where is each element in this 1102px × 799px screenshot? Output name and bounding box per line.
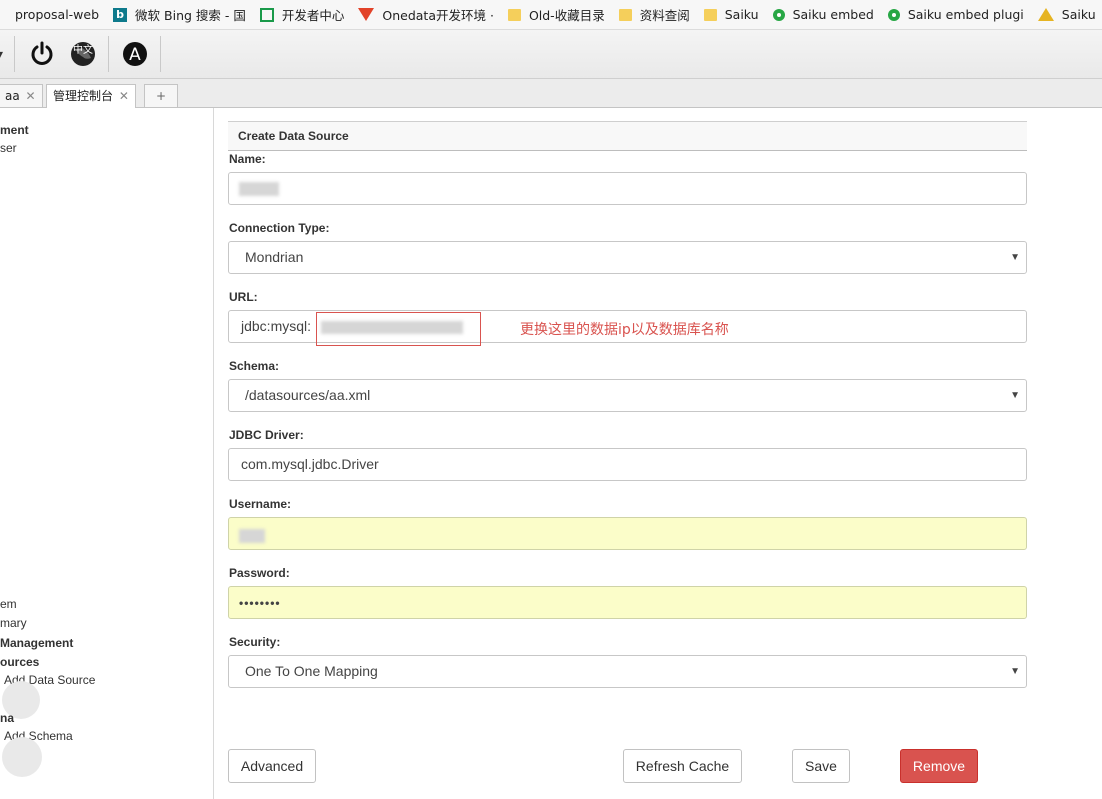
connection-type-label: Connection Type:	[229, 221, 330, 235]
schema-select[interactable]: /datasources/aa.xml ▼	[228, 379, 1027, 412]
bookmark-label: 微软 Bing 搜索 - 国	[135, 8, 246, 23]
folder-icon	[703, 8, 717, 21]
tab-label: 管理控制台	[53, 89, 114, 103]
left-item-summary[interactable]: mary	[0, 616, 27, 630]
saiku-icon	[887, 8, 900, 21]
security-label: Security:	[229, 635, 281, 649]
bookmark-label: 资料查阅	[639, 8, 690, 23]
left-item-management[interactable]: ment	[0, 123, 29, 137]
connection-type-value: Mondrian	[245, 249, 304, 265]
saiku-yellow-icon	[1037, 8, 1054, 21]
jdbc-driver-value: com.mysql.jdbc.Driver	[241, 456, 379, 472]
annotation-box	[316, 312, 481, 346]
folder-icon	[618, 8, 632, 21]
bookmark-label: Onedata开发环境 ·	[382, 8, 494, 23]
power-icon[interactable]	[28, 40, 56, 68]
refresh-cache-button[interactable]: Refresh Cache	[623, 749, 742, 783]
url-label: URL:	[229, 290, 258, 304]
close-icon[interactable]: ✕	[26, 89, 36, 103]
language-label: 中文	[73, 43, 93, 56]
user-initial: A	[129, 45, 141, 65]
redacted-value	[239, 529, 265, 543]
toolbar: ▾ 中文 A	[0, 30, 1102, 79]
annotation-text: 更换这里的数据ip以及数据库名称	[520, 322, 729, 338]
square-icon	[259, 7, 274, 22]
globe-icon[interactable]: 中文	[69, 40, 97, 68]
password-input[interactable]: ••••••••	[228, 586, 1027, 619]
password-value: ••••••••	[239, 596, 281, 610]
schema-label: Schema:	[229, 359, 280, 373]
jdbc-driver-label: JDBC Driver:	[229, 428, 304, 442]
password-label: Password:	[229, 566, 290, 580]
ghost-decoration	[2, 737, 42, 777]
left-item-system[interactable]: em	[0, 597, 17, 611]
security-select[interactable]: One To One Mapping ▼	[228, 655, 1027, 688]
caret-down-icon: ▼	[1010, 666, 1020, 677]
left-panel: ment ser em mary Management ources Add D…	[0, 108, 214, 799]
gitlab-icon	[358, 8, 375, 21]
tab-label: aa	[5, 89, 20, 103]
bing-icon: b	[113, 7, 128, 22]
redacted-value	[239, 182, 279, 196]
bookmark-label: 开发者中心	[281, 8, 345, 23]
folder-icon	[507, 8, 521, 21]
bookmark-old-favorites[interactable]: Old-收藏目录	[507, 5, 605, 24]
bookmark-saiku[interactable]: Saiku	[1037, 7, 1096, 22]
jdbc-driver-input[interactable]: com.mysql.jdbc.Driver	[228, 448, 1027, 481]
toolbar-divider	[160, 36, 161, 72]
bookmark-onedata[interactable]: Onedata开发环境 ·	[358, 5, 494, 24]
tab-admin-console[interactable]: 管理控制台 ✕	[46, 84, 136, 108]
bookmark-label: Saiku	[724, 7, 759, 22]
bookmark-label: proposal-web	[15, 7, 100, 22]
new-tab-button[interactable]: +	[144, 84, 178, 107]
save-button[interactable]: Save	[792, 749, 850, 783]
caret-down-icon: ▼	[1010, 390, 1020, 401]
user-a-icon[interactable]: A	[121, 40, 149, 68]
bookmark-label: Saiku embed	[792, 7, 874, 22]
bookmark-developer-center[interactable]: 开发者中心	[259, 5, 345, 24]
toolbar-divider	[108, 36, 109, 72]
name-input[interactable]	[228, 172, 1027, 205]
bookmark-docs[interactable]: 资料查阅	[618, 5, 690, 24]
panel-title: Create Data Source	[228, 121, 1027, 151]
remove-button[interactable]: Remove	[900, 749, 978, 783]
bookmarks-bar: proposal-web b 微软 Bing 搜索 - 国 开发者中心 Oned…	[0, 0, 1102, 30]
advanced-button[interactable]: Advanced	[228, 749, 316, 783]
left-item-data-management[interactable]: Management	[0, 636, 73, 650]
bookmark-saiku-embed[interactable]: Saiku embed	[772, 7, 874, 22]
connection-type-select[interactable]: Mondrian ▼	[228, 241, 1027, 274]
left-item-user[interactable]: ser	[0, 141, 17, 155]
chevron-down-icon[interactable]: ▾	[0, 46, 3, 63]
bookmark-bing[interactable]: b 微软 Bing 搜索 - 国	[113, 5, 246, 24]
bookmark-saiku-embed-plugin[interactable]: Saiku embed plugi	[887, 7, 1024, 22]
username-input[interactable]	[228, 517, 1027, 550]
caret-down-icon: ▼	[1010, 252, 1020, 263]
url-prefix: jdbc:mysql:	[241, 318, 312, 334]
schema-value: /datasources/aa.xml	[245, 387, 371, 403]
bookmark-label: Old-收藏目录	[528, 8, 605, 23]
security-value: One To One Mapping	[245, 663, 378, 679]
tab-bar: aa ✕ 管理控制台 ✕ +	[0, 79, 1102, 108]
toolbar-divider	[14, 36, 15, 72]
left-item-data-sources[interactable]: ources	[0, 655, 39, 669]
name-label: Name:	[229, 152, 266, 166]
left-item-schema[interactable]: na	[0, 711, 14, 725]
bookmark-label: Saiku embed plugi	[907, 7, 1024, 22]
tab-aa[interactable]: aa ✕	[0, 84, 43, 107]
close-icon[interactable]: ✕	[119, 89, 129, 103]
bookmark-saiku-folder[interactable]: Saiku	[703, 7, 759, 22]
username-label: Username:	[229, 497, 292, 511]
saiku-icon	[772, 8, 785, 21]
bookmark-proposal-web[interactable]: proposal-web	[15, 7, 99, 22]
bookmark-label: Saiku	[1061, 7, 1096, 22]
